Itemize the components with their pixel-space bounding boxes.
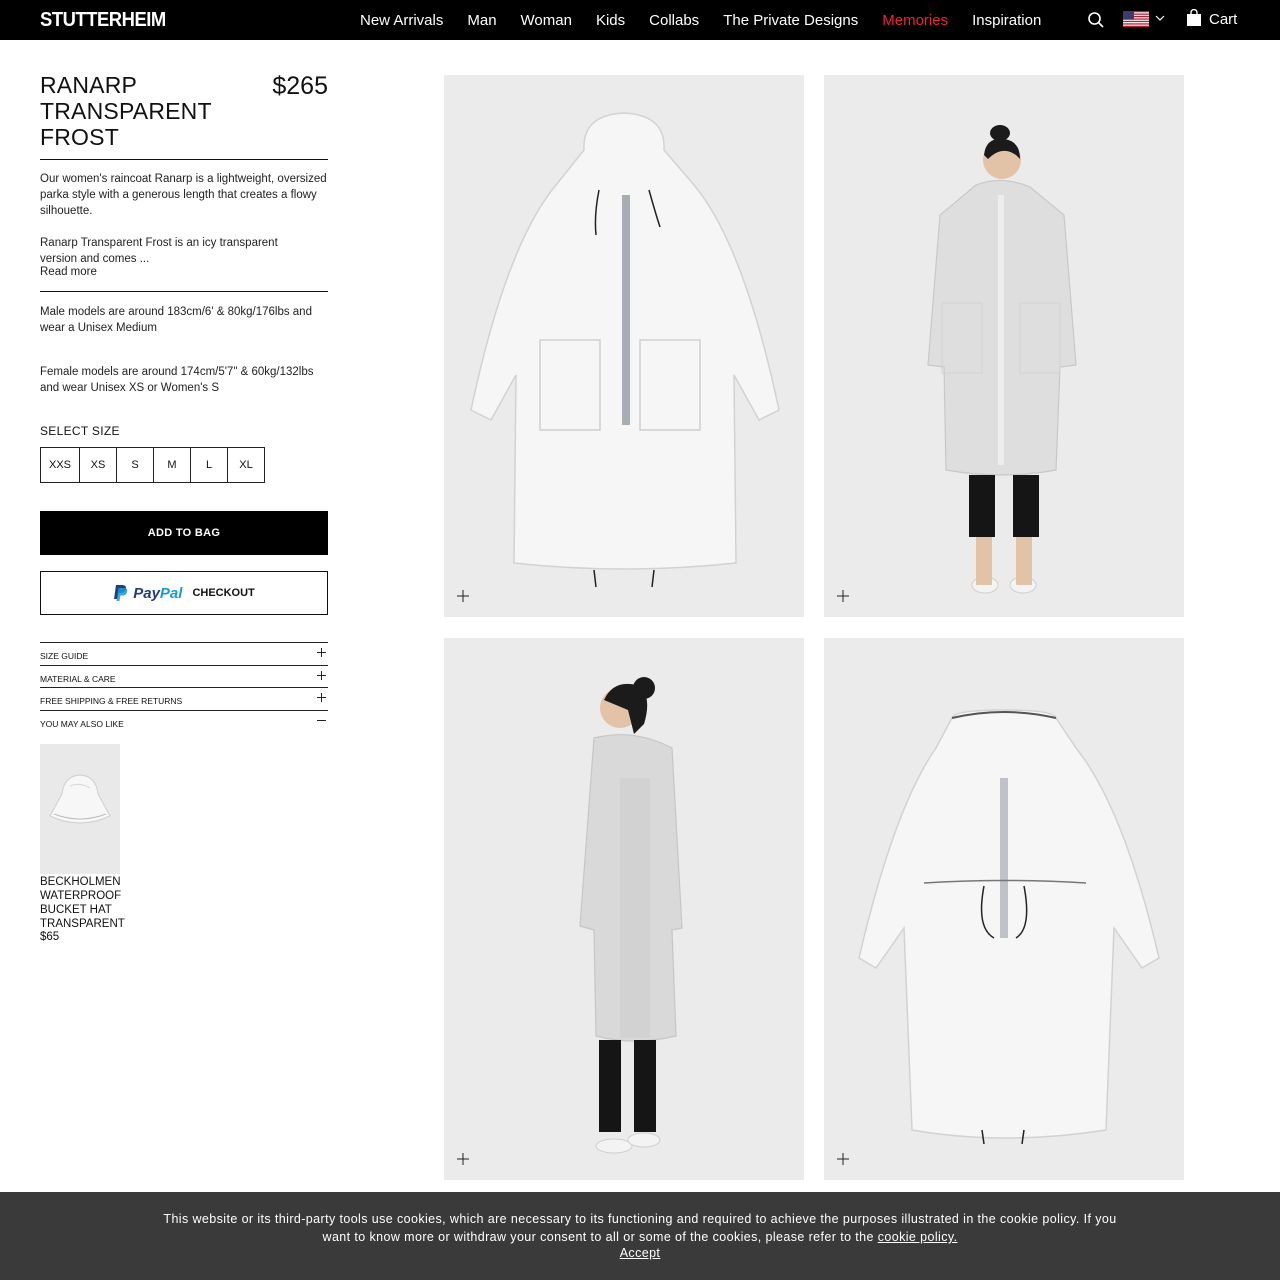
paypal-wordmark-pay: Pay [133, 584, 160, 602]
accordion-shipping-returns[interactable]: FREE SHIPPING & FREE RETURNS [40, 687, 328, 710]
accordion-size-guide[interactable]: SIZE GUIDE [40, 642, 328, 665]
size-selector: XXS XS S M L XL [40, 447, 265, 483]
minus-icon [317, 720, 326, 721]
accordion-label: FREE SHIPPING & FREE RETURNS [40, 696, 183, 706]
chevron-down-icon[interactable] [1154, 12, 1166, 24]
paypal-logo: PayPal [113, 584, 182, 602]
zoom-plus-icon[interactable] [837, 590, 849, 602]
nav-collabs[interactable]: Collabs [649, 12, 699, 29]
nav-kids[interactable]: Kids [596, 12, 625, 29]
nav-woman[interactable]: Woman [521, 12, 572, 29]
product-price: $265 [272, 72, 328, 100]
nav-private-designs[interactable]: The Private Designs [723, 12, 858, 29]
accordion-label: SIZE GUIDE [40, 651, 89, 661]
product-image-model-side[interactable] [444, 638, 804, 1180]
accordion-label: YOU MAY ALSO LIKE [40, 719, 124, 729]
cookie-text: This website or its third-party tools us… [160, 1210, 1120, 1246]
plus-icon [317, 671, 326, 680]
product-image-model-front[interactable] [824, 75, 1184, 617]
size-option-xs[interactable]: XS [79, 447, 117, 483]
recommended-product-name[interactable]: BECKHOLMEN WATERPROOF BUCKET HAT TRANSPA… [40, 875, 150, 931]
brand-logo[interactable]: STUTTERHEIM [40, 9, 166, 32]
cookie-policy-link[interactable]: cookie policy. [878, 1230, 958, 1244]
cookie-accept-button[interactable]: Accept [0, 1246, 1280, 1260]
paypal-checkout-button[interactable]: PayPal CHECKOUT [40, 571, 328, 615]
size-option-xl[interactable]: XL [227, 447, 265, 483]
divider [40, 291, 328, 292]
accordion-you-may-also-like[interactable]: YOU MAY ALSO LIKE [40, 710, 328, 733]
recommended-product-price: $65 [40, 931, 60, 943]
paypal-icon [114, 585, 128, 601]
size-option-s[interactable]: S [116, 447, 154, 483]
female-model-info: Female models are around 174cm/5'7" & 60… [40, 366, 314, 394]
top-navigation-bar: STUTTERHEIM New Arrivals Man Woman Kids … [0, 0, 1280, 40]
nav-new-arrivals[interactable]: New Arrivals [360, 12, 443, 29]
us-flag-icon[interactable] [1123, 11, 1149, 27]
divider [40, 159, 328, 160]
nav-inspiration[interactable]: Inspiration [972, 12, 1041, 29]
nav-memories[interactable]: Memories [882, 12, 948, 29]
cookie-message: This website or its third-party tools us… [163, 1212, 1117, 1244]
product-image-front[interactable] [444, 75, 804, 617]
product-description-more: Ranarp Transparent Frost is an icy trans… [40, 237, 278, 265]
accordion-label: MATERIAL & CARE [40, 674, 116, 684]
zoom-plus-icon[interactable] [457, 590, 469, 602]
accordion-material-care[interactable]: MATERIAL & CARE [40, 665, 328, 688]
recommended-product-image[interactable] [40, 744, 120, 874]
size-option-l[interactable]: L [190, 447, 228, 483]
product-title: RANARP TRANSPARENT FROST [40, 72, 212, 150]
paypal-wordmark-pal: Pal [159, 584, 183, 602]
cookie-banner: This website or its third-party tools us… [0, 1192, 1280, 1280]
zoom-plus-icon[interactable] [837, 1153, 849, 1165]
main-nav: New Arrivals Man Woman Kids Collabs The … [360, 0, 1065, 40]
shopping-bag-icon[interactable] [1186, 9, 1202, 27]
add-to-bag-button[interactable]: ADD TO BAG [40, 511, 328, 555]
read-more-link[interactable]: Read more [40, 266, 97, 278]
zoom-plus-icon[interactable] [457, 1153, 469, 1165]
size-option-xxs[interactable]: XXS [40, 447, 80, 483]
product-image-back[interactable] [824, 638, 1184, 1180]
size-option-m[interactable]: M [153, 447, 191, 483]
select-size-label: SELECT SIZE [40, 424, 120, 438]
search-icon[interactable] [1087, 11, 1105, 29]
plus-icon [317, 693, 326, 702]
paypal-checkout-label: CHECKOUT [192, 587, 255, 599]
nav-man[interactable]: Man [467, 12, 496, 29]
plus-icon [317, 648, 326, 657]
cart-link[interactable]: Cart [1209, 11, 1237, 28]
male-model-info: Male models are around 183cm/6' & 80kg/1… [40, 306, 312, 334]
product-description: Our women's raincoat Ranarp is a lightwe… [40, 173, 327, 217]
